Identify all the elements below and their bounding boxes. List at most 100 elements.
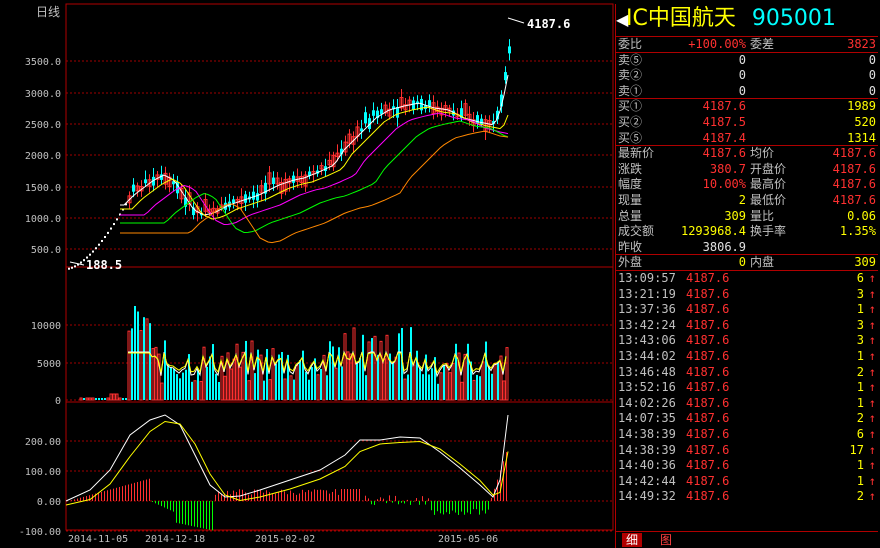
volume-bar [131, 328, 133, 400]
volume-bar [245, 340, 247, 400]
macd-histogram-bar [77, 498, 78, 501]
macd-histogram-bar [197, 501, 198, 528]
macd-histogram-bar [482, 501, 483, 511]
macd-histogram-bar [173, 501, 174, 512]
macd-histogram-bar [350, 489, 351, 501]
volume-bar [91, 397, 95, 401]
macd-histogram-bar [287, 494, 288, 501]
ramp-dot [89, 253, 91, 256]
prev-close-value: 3806.9 [702, 239, 746, 254]
candle-body [412, 100, 415, 110]
bottom-tabs: 细 图 [616, 531, 878, 548]
tick-up-arrow-icon: ↑ [868, 395, 876, 410]
volume-bar [373, 335, 377, 401]
macd-histogram-bar [176, 501, 177, 523]
quote-value: 10.00% [702, 177, 746, 192]
volume-bar [223, 375, 227, 401]
macd-histogram-bar [380, 497, 381, 501]
price-pane-frame [65, 3, 614, 268]
tick-price: 4187.6 [686, 489, 730, 504]
quote-label: 成交额 [618, 224, 655, 239]
macd-histogram-bar [434, 501, 435, 515]
volume-bar [460, 381, 464, 401]
macd-histogram-bar [437, 501, 438, 512]
quote-label: 最低价 [750, 193, 787, 207]
macd-histogram-bar [476, 501, 477, 510]
volume-bar [83, 398, 85, 400]
macd-histogram-bar [290, 490, 291, 501]
macd-histogram-bar [110, 489, 111, 501]
tick-row: 14:38:39 4187.6 6 ↑ [616, 427, 878, 443]
quote-row: 成交额 1293968.4 换手率 1.35% [616, 224, 878, 240]
tick-row: 13:37:36 4187.6 1 ↑ [616, 302, 878, 318]
macd-histogram-bar [320, 489, 321, 501]
tick-volume: 1 [856, 395, 864, 410]
tick-row: 13:46:48 4187.6 2 ↑ [616, 365, 878, 381]
macd-histogram-bar [191, 501, 192, 526]
tick-price: 4187.6 [686, 364, 730, 379]
macd-histogram-bar [416, 498, 417, 501]
macd-histogram-bar [125, 485, 126, 501]
macd-histogram-bar [422, 496, 423, 501]
macd-histogram-bar [71, 500, 72, 501]
macd-histogram-bar [104, 491, 105, 501]
prev-arrow-icon[interactable]: ◀ [616, 5, 628, 35]
outer-label: 外盘 [618, 255, 643, 270]
kline-chart[interactable]: 日线 3500.0 3000.0 2500.0 2000.0 1500.0 1000.0 50… [0, 0, 615, 548]
tick-up-arrow-icon: ↑ [868, 458, 876, 473]
ramp-dot [104, 236, 106, 239]
macd-histogram-bar [203, 501, 204, 529]
volume-bar [316, 374, 320, 401]
macd-histogram-bar [299, 493, 300, 501]
volume-bar [193, 380, 197, 401]
macd-histogram-bar [200, 501, 201, 528]
ask-price: 0 [738, 83, 746, 98]
macd-histogram-bar [491, 497, 492, 501]
volume-bar [266, 349, 268, 400]
tab-detail[interactable]: 细 [622, 533, 643, 547]
tab-chart[interactable]: 图 [656, 533, 676, 547]
volume-bar [326, 375, 328, 400]
volume-bar [392, 361, 394, 400]
quote-label: 均价 [750, 146, 775, 161]
macd-histogram-bar [344, 489, 345, 501]
instrument-title: ◀IC中国航天 905001 [616, 4, 878, 34]
volume-bar [139, 330, 143, 401]
macd-histogram-bar [233, 490, 234, 501]
macd-histogram-bar [119, 486, 120, 501]
macd-histogram-bar [338, 494, 339, 501]
macd-histogram-bar [413, 501, 414, 502]
tick-price: 4187.6 [686, 395, 730, 410]
macd-histogram-bar [383, 498, 384, 501]
tick-time: 14:38:39 [618, 427, 676, 441]
high-marker [507, 17, 525, 24]
macd-histogram-bar [80, 497, 81, 501]
volume-bar [497, 361, 499, 400]
tick-time: 13:44:02 [618, 349, 676, 363]
tick-up-arrow-icon: ↑ [868, 286, 876, 301]
tick-time: 13:52:16 [618, 380, 676, 395]
volume-bar [410, 327, 412, 400]
ramp-dot [80, 261, 82, 264]
volume-bar [235, 343, 239, 401]
volume-bar [394, 356, 398, 401]
kline-chart-panel[interactable]: 日线 3500.0 3000.0 2500.0 2000.0 1500.0 1000.0 50… [0, 0, 615, 548]
candle-body [272, 177, 275, 185]
macd-histogram-bar [140, 481, 141, 501]
volume-bar [359, 357, 361, 400]
macd-histogram-bar [122, 486, 123, 501]
tick-up-arrow-icon: ↑ [868, 427, 876, 441]
volume-bar [488, 366, 490, 400]
ramp-dot [113, 223, 115, 226]
macd-histogram-bar [317, 489, 318, 501]
quote-value: 0.06 [847, 208, 876, 223]
tick-time: 13:09:57 [618, 271, 676, 285]
ask-row: 卖② 0 0 [616, 68, 878, 84]
volume-bar [493, 363, 497, 401]
tick-time: 13:42:24 [618, 317, 676, 332]
volume-bar [437, 383, 439, 400]
quote-value: 4187.6 [832, 193, 876, 207]
macd-histogram-bar [269, 492, 270, 501]
macd-histogram-bar [179, 501, 180, 524]
volume-bar [191, 381, 193, 400]
